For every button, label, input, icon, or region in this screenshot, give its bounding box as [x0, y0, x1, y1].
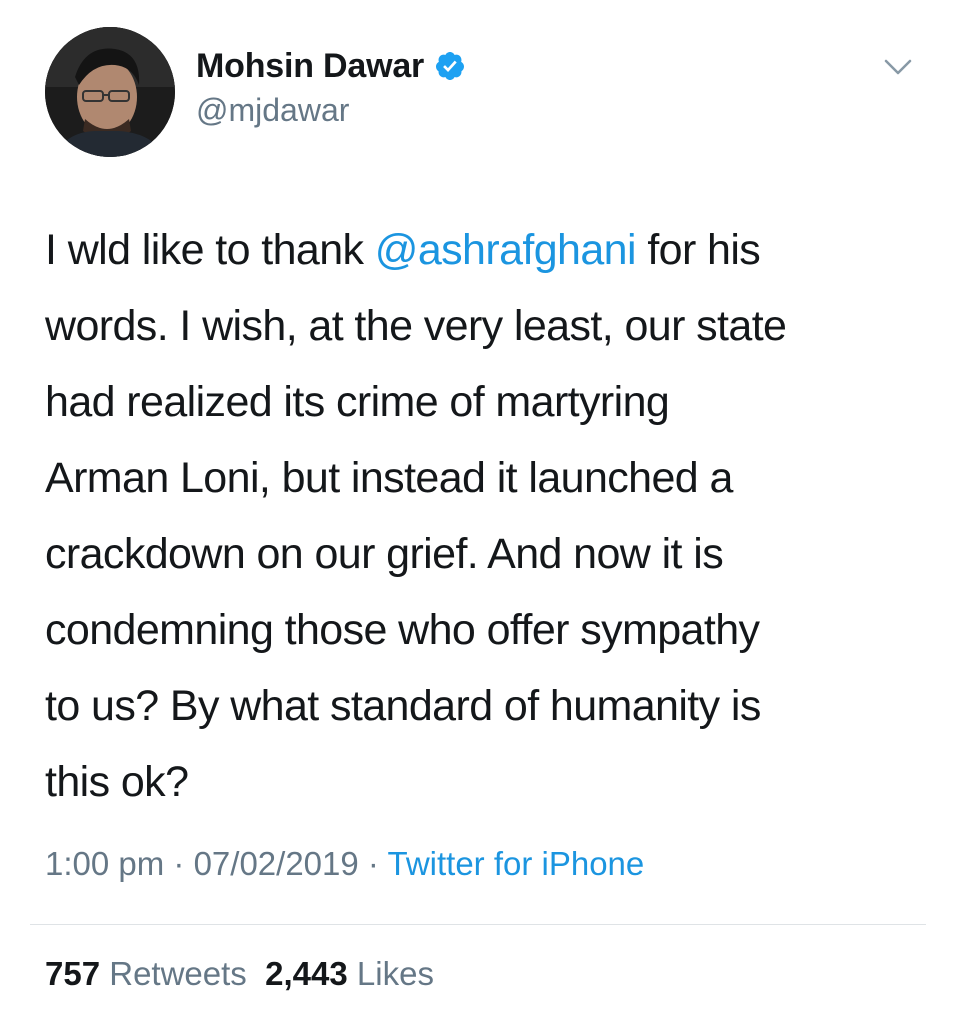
- likes-label: Likes: [356, 955, 434, 992]
- meta-separator: ·: [164, 845, 194, 882]
- tweet-text: I wld like to thank @ashrafghani for his…: [45, 212, 925, 820]
- tweet-text-segment: for his: [635, 226, 761, 274]
- tweet-date[interactable]: 07/02/2019: [194, 845, 359, 882]
- tweet-line: crackdown on our grief. And now it is: [45, 530, 724, 578]
- divider: [30, 924, 926, 925]
- mention-link[interactable]: @ashrafghani: [375, 226, 637, 274]
- tweet-line: had realized its crime of martyring: [45, 378, 670, 426]
- tweet-meta: 1:00 pm · 07/02/2019 · Twitter for iPhon…: [45, 845, 644, 883]
- tweet-line: Arman Loni, but instead it launched a: [45, 454, 733, 502]
- retweets-count: 757: [45, 955, 101, 992]
- verified-badge-icon: [436, 52, 465, 80]
- meta-separator: ·: [358, 845, 388, 882]
- tweet-source-link[interactable]: Twitter for iPhone: [387, 845, 644, 882]
- chevron-down-icon[interactable]: [880, 52, 916, 82]
- retweets-stat[interactable]: 757 Retweets: [45, 955, 247, 992]
- author-name-row: Mohsin Dawar: [196, 44, 466, 88]
- tweet-card: Mohsin Dawar @mjdawar I wld like to than…: [0, 0, 956, 1024]
- tweet-text-segment: I wld like to thank: [45, 226, 375, 274]
- likes-count: 2,443: [265, 955, 348, 992]
- author-handle[interactable]: @mjdawar: [196, 92, 349, 129]
- retweets-label: Retweets: [109, 955, 247, 992]
- author-name[interactable]: Mohsin Dawar: [196, 47, 424, 86]
- tweet-time[interactable]: 1:00 pm: [45, 845, 164, 882]
- likes-stat[interactable]: 2,443 Likes: [265, 955, 434, 992]
- tweet-line: condemning those who offer sympathy: [45, 606, 760, 654]
- tweet-line: to us? By what standard of humanity is: [45, 682, 761, 730]
- tweet-line: words. I wish, at the very least, our st…: [45, 302, 787, 350]
- tweet-line: I wld like to thank @ashrafghani for his: [45, 212, 925, 288]
- tweet-stats: 757 Retweets 2,443 Likes: [45, 955, 434, 993]
- tweet-line: this ok?: [45, 758, 189, 806]
- avatar-photo: [45, 27, 175, 157]
- avatar[interactable]: [45, 27, 175, 157]
